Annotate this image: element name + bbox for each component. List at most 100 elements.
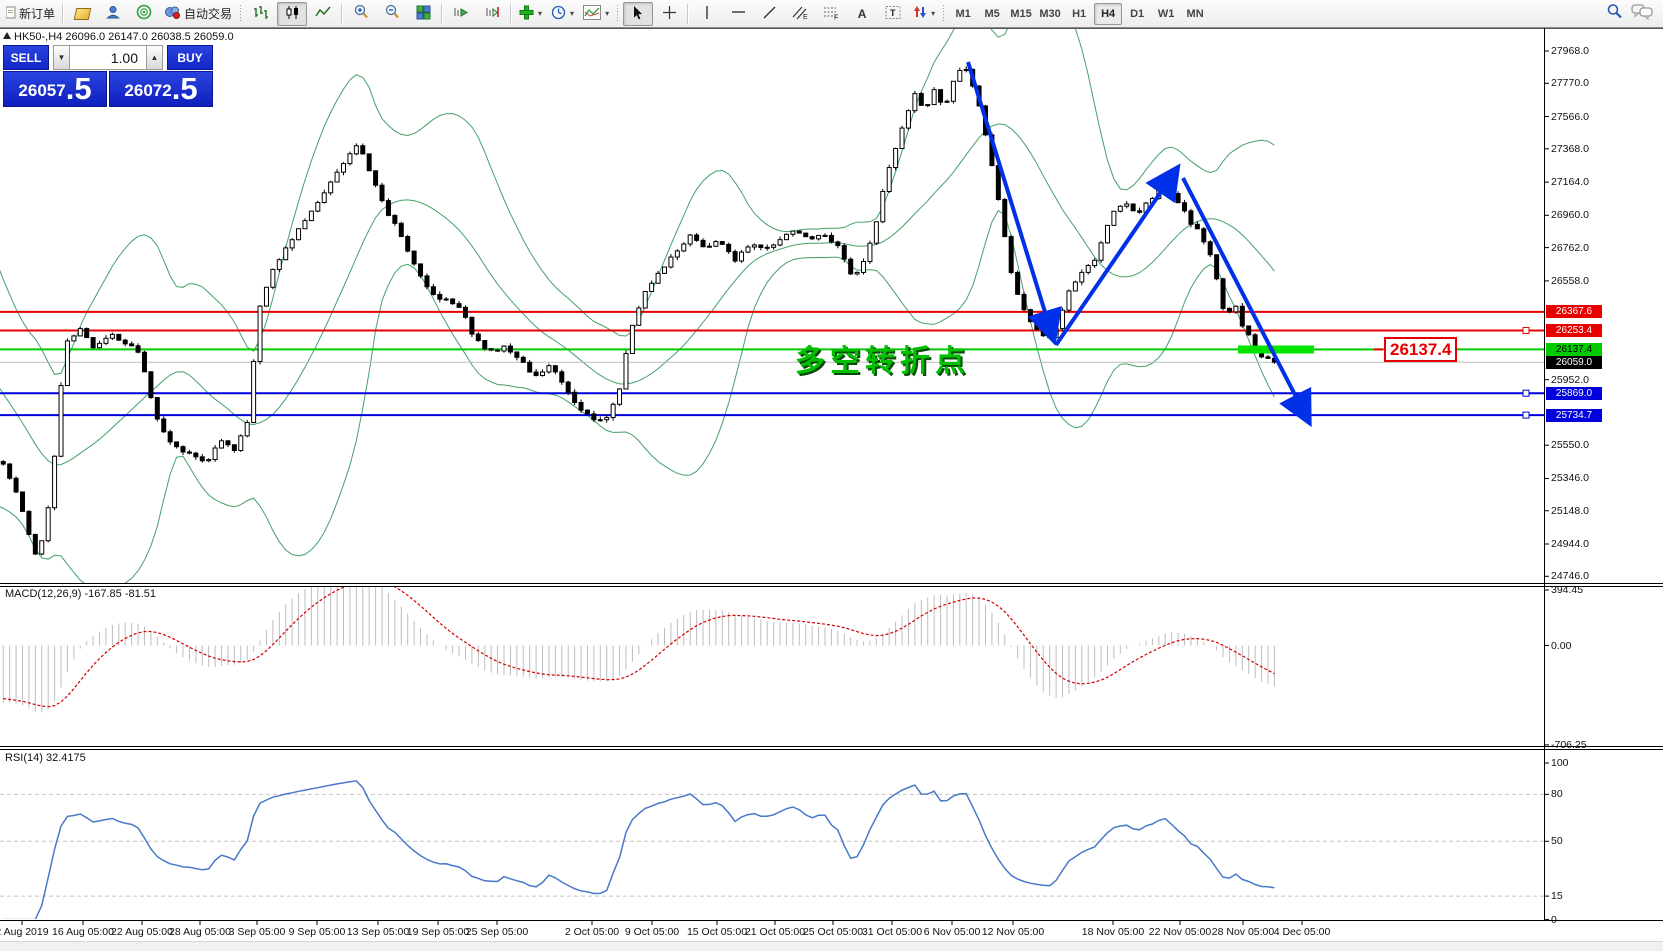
timeframe-M15[interactable]: M15 bbox=[1007, 3, 1035, 25]
toolbar-drag-handle[interactable] bbox=[239, 5, 243, 23]
price-tick: 27368.0 bbox=[1551, 143, 1589, 155]
chat-icon[interactable] bbox=[1631, 3, 1653, 25]
templates-button[interactable]: ▾ bbox=[579, 2, 613, 26]
sell-button[interactable]: SELL bbox=[3, 45, 49, 70]
timeframe-D1[interactable]: D1 bbox=[1123, 3, 1151, 25]
time-axis-label: 18 Nov 05:00 bbox=[1082, 926, 1144, 938]
sonar-icon bbox=[136, 4, 152, 23]
timeframe-H4[interactable]: H4 bbox=[1094, 3, 1122, 25]
bar-chart-button[interactable] bbox=[246, 2, 276, 26]
market-watch-button[interactable] bbox=[67, 2, 97, 26]
horizontal-line-tool-button[interactable] bbox=[723, 2, 753, 26]
time-axis-label: 19 Sep 05:00 bbox=[407, 926, 469, 938]
price-tick: 27164.0 bbox=[1551, 176, 1589, 188]
timeframe-M1[interactable]: M1 bbox=[949, 3, 977, 25]
chevron-down-icon: ▾ bbox=[570, 9, 574, 18]
add-indicator-icon bbox=[519, 5, 534, 23]
chevron-down-icon: ▾ bbox=[931, 9, 935, 18]
time-axis-label: 25 Sep 05:00 bbox=[466, 926, 528, 938]
trading-platform-window: 新订单 自动交易 bbox=[0, 0, 1663, 951]
auto-trading-label: 自动交易 bbox=[184, 5, 232, 22]
chart-annotation-text: 多空转折点 bbox=[795, 336, 970, 380]
zoom-out-icon bbox=[384, 4, 400, 23]
zoom-out-button[interactable] bbox=[377, 2, 407, 26]
vertical-line-tool-button[interactable] bbox=[692, 2, 722, 26]
price-level-label: 26253.4 bbox=[1546, 324, 1602, 337]
candlestick-chart-button[interactable] bbox=[277, 2, 307, 26]
person-icon bbox=[106, 5, 121, 23]
price-level-label: 25869.0 bbox=[1546, 387, 1602, 400]
bar-chart-icon bbox=[253, 5, 269, 23]
fibonacci-icon: F bbox=[823, 5, 840, 23]
zoom-in-button[interactable] bbox=[346, 2, 376, 26]
new-order-button[interactable]: 新订单 bbox=[2, 2, 59, 26]
trendline-icon bbox=[762, 5, 777, 23]
volume-decrease-button[interactable]: ▼ bbox=[53, 45, 70, 70]
toolbar-drag-handle[interactable] bbox=[942, 5, 946, 23]
buy-button[interactable]: BUY bbox=[167, 45, 213, 70]
timeframe-W1[interactable]: W1 bbox=[1152, 3, 1180, 25]
crosshair-tool-button[interactable] bbox=[654, 2, 684, 26]
price-tick: 24746.0 bbox=[1551, 570, 1589, 582]
time-axis-label: 2 Oct 05:00 bbox=[565, 926, 619, 938]
trendline-tool-button[interactable] bbox=[754, 2, 784, 26]
time-axis-label: 28 Aug 05:00 bbox=[169, 926, 231, 938]
time-axis-label: 3 Sep 05:00 bbox=[229, 926, 286, 938]
price-tick: 26558.0 bbox=[1551, 275, 1589, 287]
main-chart-canvas[interactable] bbox=[0, 28, 1663, 951]
main-toolbar: 新订单 自动交易 bbox=[0, 0, 1663, 28]
arrows-tool-button[interactable]: ▾ bbox=[909, 2, 939, 26]
auto-trading-button[interactable]: 自动交易 bbox=[160, 2, 236, 26]
zoom-in-icon bbox=[353, 4, 369, 23]
macd-axis-label: 394.45 bbox=[1551, 584, 1583, 596]
text-icon: A bbox=[858, 7, 867, 21]
channel-tool-button[interactable]: E bbox=[785, 2, 815, 26]
chart-shift-button[interactable] bbox=[477, 2, 507, 26]
price-level-label: 26137.4 bbox=[1546, 343, 1602, 356]
time-axis-label: 25 Oct 05:00 bbox=[803, 926, 863, 938]
time-axis: 2 Aug 201916 Aug 05:0022 Aug 05:0028 Aug… bbox=[0, 923, 1663, 941]
indicators-button[interactable]: ▾ bbox=[515, 2, 546, 26]
macd-axis-label: 0.00 bbox=[1551, 640, 1571, 652]
toolbar-separator bbox=[341, 4, 343, 24]
toolbar-drag-handle[interactable] bbox=[616, 5, 620, 23]
arrows-icon bbox=[913, 5, 927, 22]
line-chart-button[interactable] bbox=[308, 2, 338, 26]
timeframe-H1[interactable]: H1 bbox=[1065, 3, 1093, 25]
search-icon[interactable] bbox=[1606, 3, 1623, 25]
accounts-button[interactable] bbox=[98, 2, 128, 26]
text-label-tool-button[interactable]: T bbox=[878, 2, 908, 26]
fibonacci-tool-button[interactable]: F bbox=[816, 2, 846, 26]
buy-price[interactable]: 26072.5 bbox=[109, 71, 213, 107]
price-tick: 25550.0 bbox=[1551, 439, 1589, 451]
cursor-tool-button[interactable] bbox=[623, 2, 653, 26]
time-axis-label: 22 Nov 05:00 bbox=[1149, 926, 1211, 938]
timeframe-group: M1M5M15M30H1H4D1W1MN bbox=[949, 3, 1209, 25]
price-callout-box[interactable]: 26137.4 bbox=[1384, 337, 1457, 362]
signals-button[interactable] bbox=[129, 2, 159, 26]
time-axis-label: 6 Nov 05:00 bbox=[924, 926, 981, 938]
rsi-axis-label: 80 bbox=[1551, 788, 1563, 800]
auto-scroll-icon bbox=[453, 5, 469, 22]
periods-button[interactable]: ▾ bbox=[547, 2, 578, 26]
text-label-icon: T bbox=[885, 5, 901, 23]
sell-price-main: 26057 bbox=[18, 78, 65, 104]
time-axis-label: 2 Aug 2019 bbox=[0, 926, 49, 938]
sell-price[interactable]: 26057.5 bbox=[3, 71, 107, 107]
macd-indicator-label: MACD(12,26,9) -167.85 -81.51 bbox=[5, 588, 156, 600]
clock-icon bbox=[551, 5, 566, 23]
toolbar-separator bbox=[687, 4, 689, 24]
tile-windows-button[interactable] bbox=[408, 2, 438, 26]
price-tick: 25346.0 bbox=[1551, 472, 1589, 484]
price-tick: 27566.0 bbox=[1551, 111, 1589, 123]
timeframe-M30[interactable]: M30 bbox=[1036, 3, 1064, 25]
volume-increase-button[interactable]: ▲ bbox=[146, 45, 163, 70]
volume-input[interactable]: 1.00 bbox=[70, 45, 146, 70]
timeframe-M5[interactable]: M5 bbox=[978, 3, 1006, 25]
one-click-trading-panel: SELL ▼ 1.00 ▲ BUY 26057.5 26072.5 bbox=[3, 45, 213, 107]
sell-price-fraction: .5 bbox=[66, 73, 92, 104]
auto-scroll-button[interactable] bbox=[446, 2, 476, 26]
timeframe-MN[interactable]: MN bbox=[1181, 3, 1209, 25]
text-tool-button[interactable]: A bbox=[847, 2, 877, 26]
chart-shift-icon bbox=[484, 5, 500, 22]
